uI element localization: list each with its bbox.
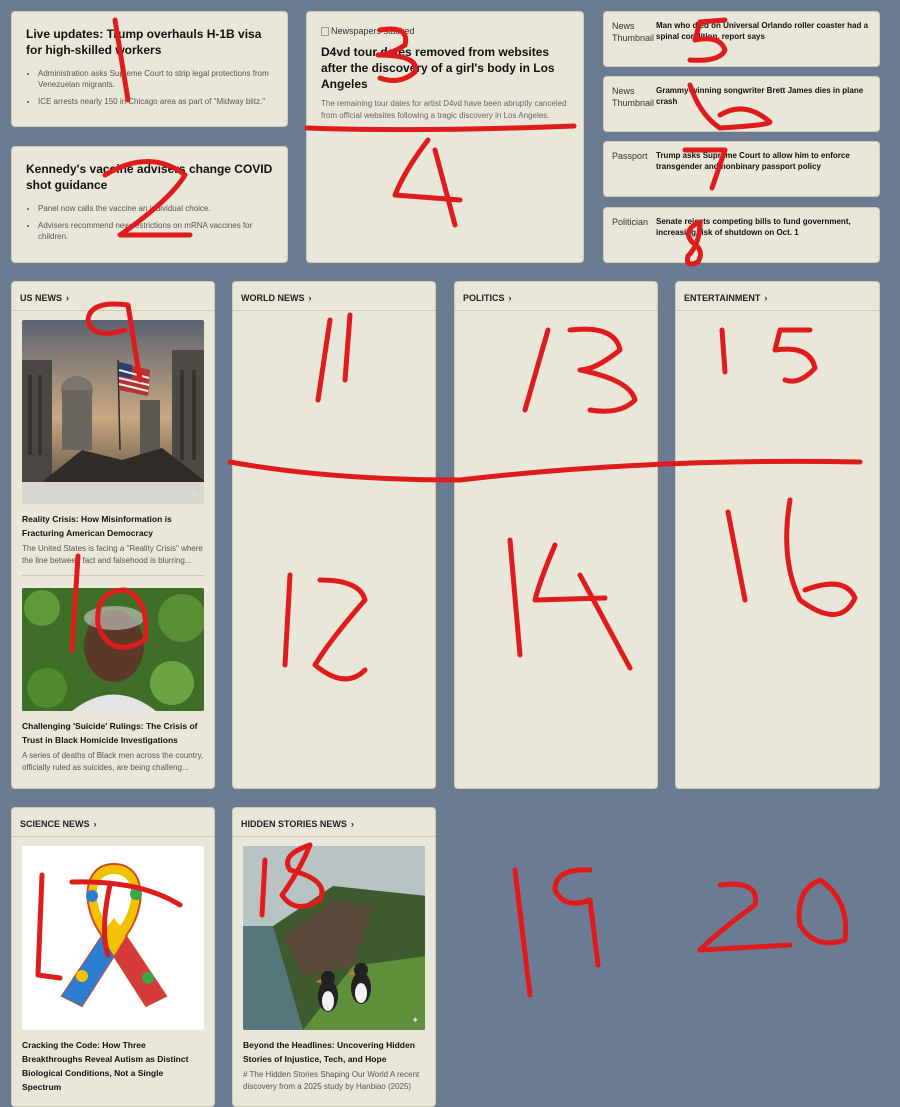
bullet-item[interactable]: Panel now calls the vaccine an individua…	[38, 203, 273, 214]
bullet-item[interactable]: Administration asks Supreme Court to str…	[38, 68, 273, 90]
portrait-photo	[22, 588, 204, 711]
top-story-headline[interactable]: Kennedy's vaccine advisers change COVID …	[26, 161, 273, 193]
article-title[interactable]: Challenging 'Suicide' Rulings: The Crisi…	[22, 719, 204, 747]
article-summary: # The Hidden Stories Shaping Our World A…	[243, 1070, 420, 1091]
bullet-item[interactable]: Advisers recommend new restrictions on m…	[38, 220, 273, 242]
small-story-card-2[interactable]: News Thumbnail Grammy-winning songwriter…	[603, 76, 880, 132]
chevron-right-icon: ›	[308, 293, 312, 303]
us-news-section: US NEWS › ✦ Reality Crisis: How Misinfor…	[11, 281, 215, 789]
top-story-headline[interactable]: Live updates: Trump overhauls H-1B visa …	[26, 26, 273, 58]
article-title[interactable]: Cracking the Code: How Three Breakthroug…	[22, 1038, 204, 1094]
section-header-hidden-stories[interactable]: HIDDEN STORIES NEWS ›	[233, 808, 435, 837]
small-story-card-3[interactable]: Passport Trump asks Supreme Court to all…	[603, 141, 880, 197]
news-thumbnail-alt: News Thumbnail	[612, 86, 655, 108]
small-story-title[interactable]: Senate rejects competing bills to fund g…	[656, 216, 871, 238]
section-header-us-news[interactable]: US NEWS ›	[12, 282, 214, 311]
science-news-section: SCIENCE NEWS › Cracking the Code: How Thr…	[11, 807, 215, 1107]
article-summary: A series of deaths of Black men across t…	[22, 751, 204, 772]
science-news-image[interactable]	[22, 846, 204, 1030]
entertainment-section: ENTERTAINMENT ›	[675, 281, 880, 789]
top-story-card-2[interactable]: Kennedy's vaccine advisers change COVID …	[11, 146, 288, 263]
section-header-world-news[interactable]: WORLD NEWS ›	[233, 282, 435, 311]
passport-thumbnail-alt: Passport	[612, 151, 648, 161]
broken-image-icon	[321, 26, 329, 36]
section-header-science-news[interactable]: SCIENCE NEWS ›	[12, 808, 214, 837]
world-news-section: WORLD NEWS ›	[232, 281, 436, 789]
puzzle-ribbon-illustration	[60, 862, 168, 1008]
sparkle-icon: ✦	[411, 1015, 419, 1025]
small-story-card-4[interactable]: Politician Senate rejects competing bill…	[603, 207, 880, 263]
featured-headline[interactable]: D4vd tour dates removed from websites af…	[321, 44, 569, 92]
bullet-item[interactable]: ICE arrests nearly 150 in Chicago area a…	[38, 96, 273, 107]
top-story-bullets: Administration asks Supreme Court to str…	[26, 68, 273, 107]
article-title[interactable]: Reality Crisis: How Misinformation is Fr…	[22, 512, 204, 540]
small-story-title[interactable]: Man who died on Universal Orlando roller…	[656, 20, 871, 44]
politics-section: POLITICS ›	[454, 281, 658, 789]
us-news-image-1[interactable]: ✦	[22, 320, 204, 504]
article-summary: The United States is facing a "Reality C…	[22, 544, 203, 565]
section-header-entertainment[interactable]: ENTERTAINMENT ›	[676, 282, 879, 311]
chevron-right-icon: ›	[764, 293, 768, 303]
top-story-card-1[interactable]: Live updates: Trump overhauls H-1B visa …	[11, 11, 288, 127]
section-header-politics[interactable]: POLITICS ›	[455, 282, 657, 311]
politician-thumbnail-alt: Politician	[612, 217, 649, 227]
small-story-title[interactable]: Trump asks Supreme Court to allow him to…	[656, 150, 871, 172]
capitol-ruins-illustration	[22, 320, 204, 504]
featured-image-alt: Newspapers stacked	[321, 26, 569, 36]
featured-summary: The remaining tour dates for artist D4vd…	[321, 99, 567, 120]
featured-story-card[interactable]: Newspapers stacked D4vd tour dates remov…	[306, 11, 584, 263]
chevron-right-icon: ›	[508, 293, 512, 303]
news-thumbnail-alt: News Thumbnail	[612, 21, 655, 43]
puffins-cliff-photo	[243, 846, 425, 1030]
top-story-bullets: Panel now calls the vaccine an individua…	[26, 203, 273, 242]
hidden-stories-section: HIDDEN STORIES NEWS › ✦ Beyond the Headli…	[232, 807, 436, 1107]
small-story-card-1[interactable]: News Thumbnail Man who died on Universal…	[603, 11, 880, 67]
chevron-right-icon: ›	[93, 819, 97, 829]
small-story-title[interactable]: Grammy-winning songwriter Brett James di…	[656, 85, 871, 109]
chevron-right-icon: ›	[66, 293, 70, 303]
us-news-image-2[interactable]	[22, 588, 204, 711]
article-title[interactable]: Beyond the Headlines: Uncovering Hidden …	[243, 1038, 425, 1066]
hidden-stories-image[interactable]: ✦	[243, 846, 425, 1030]
chevron-right-icon: ›	[350, 819, 354, 829]
sparkle-icon: ✦	[190, 489, 198, 499]
